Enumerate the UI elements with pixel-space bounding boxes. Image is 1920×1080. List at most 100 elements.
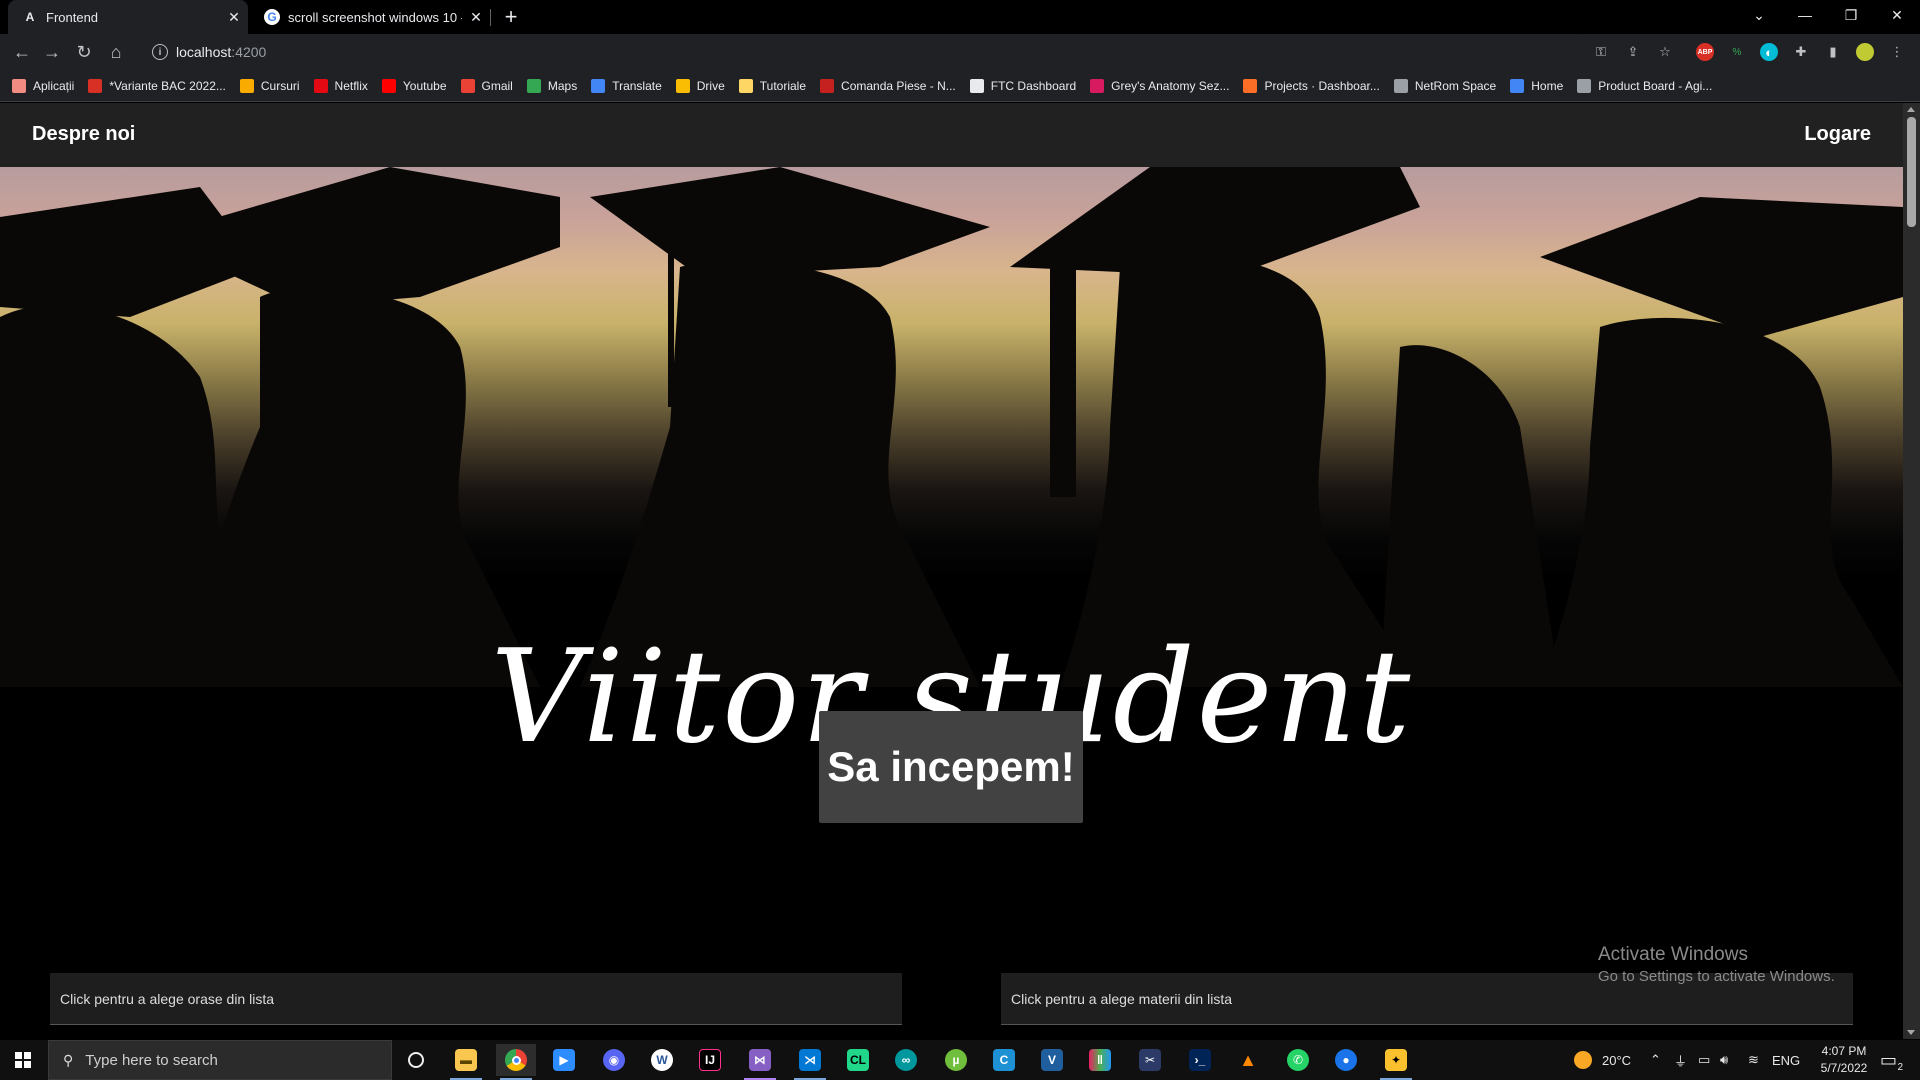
kebab-menu-icon[interactable]: ⋮ <box>1888 43 1906 61</box>
bookmark-item[interactable]: Gmail <box>460 78 513 93</box>
chrome-icon[interactable] <box>496 1044 536 1080</box>
bookmark-item[interactable]: Translate <box>591 78 662 93</box>
bookmark-item[interactable]: Home <box>1510 78 1563 93</box>
usb-icon[interactable]: ⏚ <box>1674 1040 1687 1080</box>
home-icon[interactable]: ⌂ <box>102 38 130 66</box>
snip-tool-icon[interactable]: ✂ <box>1130 1044 1170 1076</box>
bookmark-item[interactable]: Maps <box>526 78 578 93</box>
vscode-icon[interactable]: ⋊ <box>790 1044 830 1080</box>
gmail-icon <box>460 78 475 93</box>
clion-icon[interactable]: CL <box>838 1044 878 1076</box>
network-battery-icon[interactable]: ▭ <box>1698 1040 1710 1080</box>
screenshot-app-icon[interactable]: ✦ <box>1376 1044 1416 1080</box>
vlc-icon[interactable]: ▲ <box>1228 1044 1268 1076</box>
bookmark-item[interactable]: Grey's Anatomy Sez... <box>1090 78 1229 93</box>
subject-select-placeholder: Click pentru a alege materii din lista <box>1011 990 1232 1007</box>
tab-search-chevron-icon[interactable]: ⌄ <box>1736 0 1782 30</box>
bookmark-item[interactable]: FTC Dashboard <box>969 78 1076 93</box>
puzzle-icon[interactable]: ✚ <box>1792 43 1810 61</box>
whatsapp-icon[interactable]: ✆ <box>1278 1044 1318 1076</box>
login-link[interactable]: Logare <box>1804 123 1871 146</box>
clock[interactable]: 4:07 PM 5/7/2022 <box>1806 1040 1882 1080</box>
volume-icon[interactable]: 🔊︎ <box>1720 1040 1728 1080</box>
arduino-icon[interactable]: ∞ <box>886 1044 926 1076</box>
star-icon[interactable]: ☆ <box>1656 43 1674 61</box>
bookmark-label: Drive <box>696 78 725 93</box>
profile-avatar[interactable] <box>1856 43 1874 61</box>
bookmark-item[interactable]: NetRom Space <box>1393 78 1496 93</box>
folder-icon <box>738 78 753 93</box>
watermark-title: Activate Windows <box>1598 944 1748 965</box>
weather-widget[interactable]: 20°C <box>1574 1040 1631 1080</box>
bookmark-item[interactable]: *Variante BAC 2022... <box>88 78 226 93</box>
adblock-icon[interactable]: ABP <box>1696 43 1714 61</box>
discord-icon[interactable]: ◉ <box>594 1044 634 1076</box>
clock-time: 4:07 PM <box>1821 1044 1867 1058</box>
wifi-icon[interactable]: ≋ <box>1748 1040 1759 1080</box>
bookmark-item[interactable]: Netflix <box>313 78 368 93</box>
youtube-icon <box>381 78 396 93</box>
utorrent-icon[interactable]: µ <box>936 1044 976 1076</box>
extension-blue-icon[interactable]: ◐ <box>1760 43 1778 61</box>
ccleaner-icon[interactable]: C <box>984 1044 1024 1076</box>
site-navbar: Despre noi Logare <box>0 103 1903 167</box>
bookmark-item[interactable]: Product Board - Agi... <box>1577 78 1712 93</box>
windows-start-button[interactable] <box>0 1040 46 1080</box>
back-arrow-icon[interactable]: ← <box>8 38 36 66</box>
bookmark-item[interactable]: Cursuri <box>239 78 300 93</box>
file-explorer-icon[interactable]: ▬ <box>446 1044 486 1080</box>
address-bar[interactable]: i localhost:4200 <box>140 38 1590 66</box>
scroll-up-icon[interactable] <box>1907 107 1915 112</box>
bookmark-item[interactable]: Projects · Dashboar... <box>1243 78 1380 93</box>
bookmark-label: Maps <box>547 78 578 93</box>
about-us-link[interactable]: Despre noi <box>32 123 135 146</box>
tab-search[interactable]: G scroll screenshot windows 10 - C ✕ <box>250 0 490 34</box>
vivado-icon[interactable]: V <box>1032 1044 1072 1076</box>
scroll-down-icon[interactable] <box>1907 1030 1915 1035</box>
close-tab-icon[interactable]: ✕ <box>220 9 248 26</box>
taskbar-search-input[interactable]: ⚲ Type here to search <box>48 1040 392 1080</box>
bookmark-item[interactable]: Tutoriale <box>738 78 806 93</box>
bookmark-label: Projects · Dashboar... <box>1264 78 1380 93</box>
bookmark-label: Cursuri <box>260 78 300 93</box>
extension-icon[interactable]: % <box>1728 43 1746 61</box>
board-icon <box>1577 78 1592 93</box>
reload-icon[interactable]: ↻ <box>70 38 98 66</box>
bookmark-item[interactable]: Drive <box>675 78 725 93</box>
bookmark-item[interactable]: Aplicații <box>12 78 74 93</box>
side-panel-icon[interactable]: ▮ <box>1824 43 1842 61</box>
intellij-icon[interactable]: IJ <box>690 1044 730 1076</box>
maps-pin-icon[interactable]: ● <box>1326 1044 1366 1076</box>
input-language[interactable]: ENG <box>1772 1040 1800 1080</box>
activate-windows-watermark: Activate Windows Go to Settings to activ… <box>1598 944 1835 985</box>
google-favicon-icon: G <box>264 9 280 25</box>
zoom-icon[interactable]: ▶ <box>544 1044 584 1076</box>
site-info-icon[interactable]: i <box>152 44 168 60</box>
bookmark-label: *Variante BAC 2022... <box>109 78 226 93</box>
scrollbar-thumb[interactable] <box>1907 117 1916 227</box>
app-bars-icon[interactable]: ‖ <box>1080 1044 1120 1076</box>
forward-arrow-icon[interactable]: → <box>38 38 66 66</box>
close-tab-icon[interactable]: ✕ <box>462 9 490 26</box>
city-select[interactable]: Click pentru a alege orase din lista <box>50 973 902 1025</box>
minimize-button[interactable]: — <box>1782 0 1828 30</box>
cortana-icon[interactable] <box>396 1044 436 1076</box>
notification-center-icon[interactable]: ▭ 2 <box>1880 1040 1903 1080</box>
page-scrollbar[interactable] <box>1903 103 1920 1039</box>
tab-frontend[interactable]: A Frontend ✕ <box>8 0 248 34</box>
close-window-button[interactable]: ✕ <box>1874 0 1920 30</box>
show-hidden-icons-chevron-icon[interactable]: ⌃ <box>1650 1040 1661 1080</box>
hero-image <box>0 167 1903 687</box>
translate-icon <box>591 78 606 93</box>
powershell-icon[interactable]: ›_ <box>1180 1044 1220 1076</box>
bookmark-item[interactable]: Youtube <box>381 78 447 93</box>
key-icon[interactable]: ⚿ <box>1592 43 1610 61</box>
share-icon[interactable]: ⇪ <box>1624 43 1642 61</box>
visual-studio-icon[interactable]: ⋈ <box>740 1044 780 1080</box>
maps-icon <box>526 78 541 93</box>
restore-button[interactable]: ❐ <box>1828 0 1874 30</box>
new-tab-button[interactable]: + <box>498 4 524 30</box>
start-button[interactable]: Sa incepem! <box>819 711 1083 823</box>
bookmark-item[interactable]: Comanda Piese - N... <box>820 78 956 93</box>
word-icon[interactable]: W <box>642 1044 682 1076</box>
